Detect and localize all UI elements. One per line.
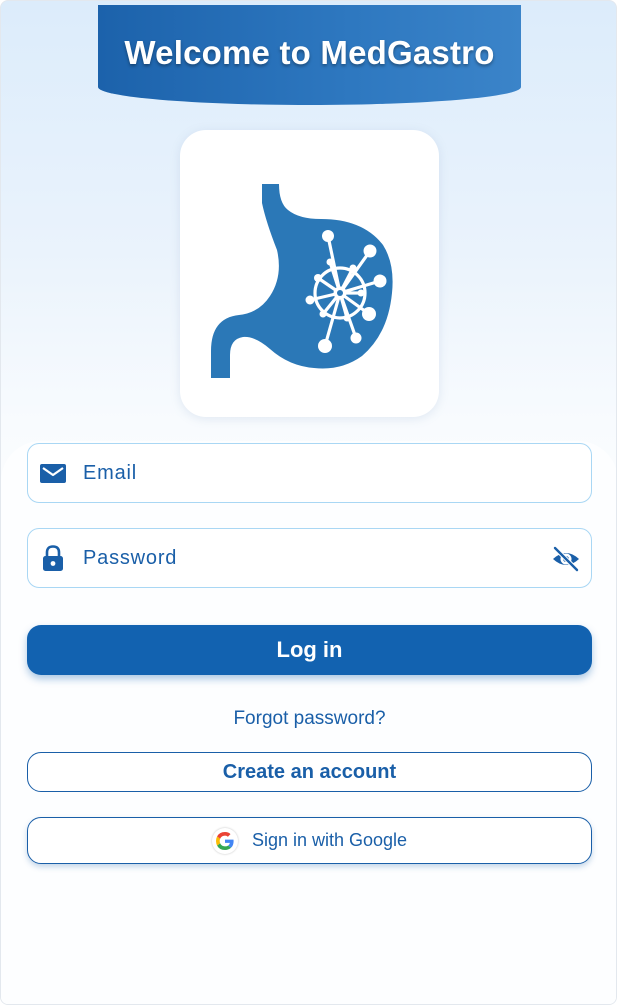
app-logo-card: [180, 130, 439, 417]
email-field[interactable]: Email: [27, 443, 592, 503]
password-placeholder: Password: [83, 547, 178, 569]
password-field[interactable]: Password: [27, 528, 592, 588]
lock-icon: [43, 545, 63, 571]
eye-off-icon[interactable]: [551, 544, 581, 574]
page-title: Welcome to MedGastro: [124, 34, 495, 71]
create-account-button[interactable]: Create an account: [27, 752, 592, 792]
login-button[interactable]: Log in: [27, 625, 592, 675]
stomach-circuit-icon: [211, 184, 393, 378]
login-screen: Welcome to MedGastro Email Password Log …: [0, 0, 617, 1005]
welcome-banner: Welcome to MedGastro: [98, 5, 521, 105]
google-signin-label: Sign in with Google: [251, 830, 408, 850]
google-signin-button[interactable]: Sign in with Google: [27, 817, 592, 864]
mail-icon: [40, 464, 66, 483]
forgot-password-link[interactable]: Forgot password?: [1, 708, 616, 730]
google-g-icon: [211, 827, 238, 854]
email-placeholder: Email: [83, 462, 138, 484]
